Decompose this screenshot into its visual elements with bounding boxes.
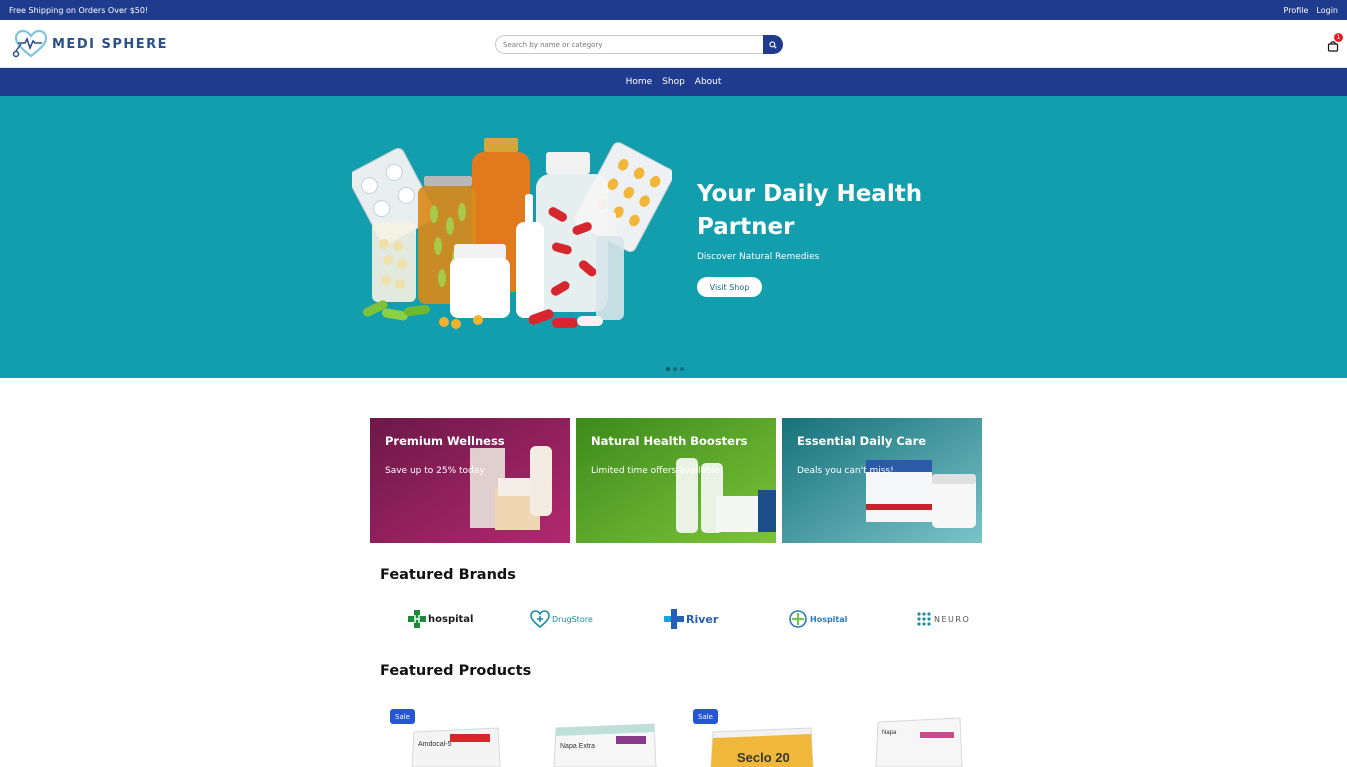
promo-subtitle: Deals you can't miss! — [797, 466, 894, 476]
carousel-dot-2[interactable] — [673, 367, 677, 371]
brand-name: NEURO — [934, 614, 971, 624]
product-card-napa-extra[interactable]: Napa Extra — [536, 706, 676, 767]
brand-logo-river[interactable]: River — [664, 606, 718, 632]
visit-shop-button[interactable]: Visit Shop — [697, 277, 762, 297]
login-link[interactable]: Login — [1316, 6, 1338, 15]
brand-logo-drugstore[interactable]: DrugStore — [530, 606, 593, 632]
product-name: Amdocal-5 — [418, 741, 452, 748]
cart-button[interactable]: 1 — [1327, 33, 1343, 52]
drugstore-heart-icon — [530, 610, 550, 628]
promo-card-essential-daily-care[interactable]: Essential Daily Care Deals you can't mis… — [782, 418, 982, 543]
napa-extra-box-image: Napa Extra — [553, 723, 657, 767]
nav-shop[interactable]: Shop — [662, 77, 685, 87]
nav-home[interactable]: Home — [626, 77, 653, 87]
brand-name: hospital — [428, 613, 474, 625]
sale-badge: Sale — [390, 709, 415, 724]
main-nav: Home Shop About — [0, 68, 1347, 96]
product-name: Napa — [882, 730, 897, 736]
search-icon — [769, 40, 777, 49]
search-input[interactable] — [495, 35, 763, 54]
carousel-dot-1[interactable] — [666, 367, 670, 371]
top-announcement-bar: Free Shipping on Orders Over $50! Profil… — [0, 0, 1347, 20]
brand-name: River — [686, 612, 719, 626]
product-name: Napa Extra — [560, 743, 595, 750]
site-header: MEDI SPHERE 1 — [0, 20, 1347, 68]
carousel-dots — [666, 367, 684, 371]
brand-logo-hospital[interactable]: hospital — [408, 606, 473, 632]
cart-count-badge: 1 — [1334, 33, 1343, 42]
hero-title: Your Daily Health Partner — [697, 181, 923, 240]
featured-brands-title: Featured Brands — [380, 567, 516, 583]
hero-banner: Your Daily Health Partner Discover Natur… — [0, 96, 1347, 378]
site-logo[interactable]: MEDI SPHERE — [12, 29, 168, 59]
hospital-cross-icon — [408, 610, 426, 628]
product-card-napa[interactable]: Napa — [850, 706, 990, 767]
search-button[interactable] — [763, 35, 783, 54]
hero-subtitle: Discover Natural Remedies — [697, 252, 820, 262]
sale-badge: Sale — [693, 709, 718, 724]
promo-card-natural-health-boosters[interactable]: Natural Health Boosters Limited time off… — [576, 418, 776, 543]
brand-name: DrugStore — [552, 614, 593, 624]
shipping-promo-text: Free Shipping on Orders Over $50! — [9, 5, 149, 15]
hospital-circle-icon — [789, 610, 807, 628]
product-name: Seclo 20 — [737, 750, 790, 765]
featured-products-title: Featured Products — [380, 663, 532, 679]
stethoscope-heart-icon — [12, 29, 48, 58]
promo-title: Natural Health Boosters — [591, 434, 748, 448]
search-bar — [495, 35, 783, 54]
nav-about[interactable]: About — [695, 77, 722, 87]
logo-text: MEDI SPHERE — [52, 36, 169, 52]
promo-subtitle: Save up to 25% today — [385, 466, 485, 476]
napa-box-image: Napa — [875, 717, 963, 767]
river-cross-icon — [664, 609, 684, 629]
brand-logo-neuro[interactable]: NEURO — [916, 606, 972, 632]
profile-link[interactable]: Profile — [1284, 6, 1309, 15]
promo-card-premium-wellness[interactable]: Premium Wellness Save up to 25% today — [370, 418, 570, 543]
promo-title: Essential Daily Care — [797, 434, 927, 448]
account-links: Profile Login — [1284, 6, 1338, 15]
promo-subtitle: Limited time offers available — [591, 466, 720, 476]
medicine-bottles-illustration — [352, 138, 672, 329]
promo-title: Premium Wellness — [385, 434, 505, 448]
neuro-grid-icon — [917, 612, 931, 626]
brand-logo-hospital-2[interactable]: Hospital — [788, 606, 847, 632]
brand-name: Hospital — [810, 614, 848, 624]
carousel-dot-3[interactable] — [680, 367, 684, 371]
